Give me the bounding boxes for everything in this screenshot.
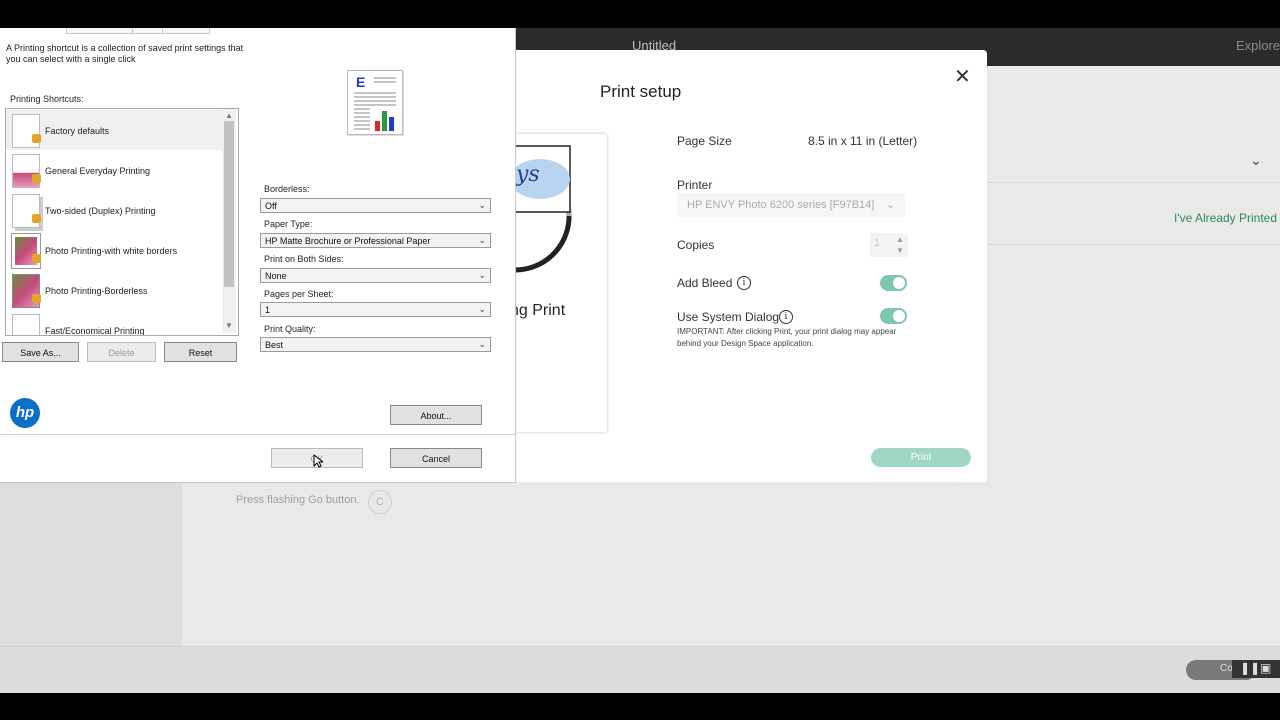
preview-logo-text: ys [516, 162, 540, 187]
dialog-tabs [0, 28, 210, 34]
footer-pill-label: Co [1220, 663, 1233, 674]
borderless-label: Borderless: [264, 184, 310, 194]
printer-label: Printer [677, 178, 713, 192]
scroll-up-icon[interactable]: ▲ [225, 111, 233, 120]
print-quality-select[interactable]: Best ⌄ [260, 337, 491, 352]
dialog-tab[interactable] [132, 28, 164, 34]
spinner-icon: C [368, 490, 392, 514]
both-sides-label: Print on Both Sides: [264, 254, 344, 264]
info-icon[interactable]: i [737, 276, 751, 290]
list-item-label: Photo Printing-with white borders [45, 246, 178, 256]
copies-label: Copies [677, 238, 715, 252]
print-quality-label: Print Quality: [264, 324, 316, 334]
use-system-dialog-toggle[interactable] [880, 308, 907, 324]
list-item-label: Photo Printing-Borderless [45, 286, 148, 296]
list-item-label: Factory defaults [45, 126, 110, 136]
list-item-label: Fast/Economical Printing [45, 326, 145, 336]
info-icon[interactable]: i [779, 310, 793, 324]
document-icon [12, 314, 40, 335]
chevron-down-icon: ⌄ [478, 304, 486, 314]
print-quality-value: Best [265, 340, 284, 350]
lock-icon [32, 134, 41, 143]
explore-link[interactable]: Explore [1236, 38, 1280, 53]
decrement-icon[interactable]: ▼ [896, 246, 904, 255]
scroll-thumb[interactable] [224, 121, 234, 287]
chevron-down-icon: ⌄ [478, 200, 486, 210]
dialog-tab[interactable] [162, 28, 210, 34]
lock-icon [32, 254, 41, 263]
printer-select[interactable]: HP ENVY Photo 6200 series [F97B14] ⌄ [677, 193, 905, 217]
chevron-down-icon: ⌄ [478, 235, 486, 245]
both-sides-select[interactable]: None ⌄ [260, 268, 491, 283]
mouse-cursor-icon [313, 454, 323, 468]
page-preview: E [347, 70, 403, 135]
pages-per-sheet-value: 1 [265, 305, 271, 315]
media-controls[interactable]: ❚❚ ▣ [1232, 660, 1280, 678]
print-setup-title: Print setup [600, 82, 682, 101]
paper-type-label: Paper Type: [264, 219, 313, 229]
list-item-label: General Everyday Printing [45, 166, 151, 176]
delete-button[interactable]: Delete [87, 342, 156, 362]
list-item[interactable]: Photo Printing-Borderless [6, 270, 222, 310]
save-as-button[interactable]: Save As... [2, 342, 79, 362]
paper-type-select[interactable]: HP Matte Brochure or Professional Paper … [260, 233, 491, 248]
printer-select-value: HP ENVY Photo 6200 series [F97B14] [687, 199, 875, 211]
chevron-down-icon: ⌄ [478, 339, 486, 349]
preview-caption: ng Print [510, 302, 566, 319]
copies-value: 1 [874, 237, 881, 249]
page-size-label: Page Size [677, 134, 732, 148]
borderless-value: Off [265, 201, 277, 211]
scroll-down-icon[interactable]: ▼ [225, 321, 233, 330]
add-bleed-label: Add Bleed [677, 276, 733, 290]
dialog-divider [0, 434, 515, 435]
list-item[interactable]: Fast/Economical Printing [6, 310, 222, 336]
chevron-down-icon: ⌄ [885, 199, 895, 211]
reset-button[interactable]: Reset [164, 342, 237, 362]
shortcuts-list[interactable]: Factory defaults General Everyday Printi… [5, 108, 239, 336]
already-printed-link[interactable]: I've Already Printed [1174, 211, 1277, 225]
page-size-value: 8.5 in x 11 in (Letter) [808, 134, 918, 148]
pages-per-sheet-label: Pages per Sheet: [264, 289, 334, 299]
borderless-select[interactable]: Off ⌄ [260, 198, 491, 213]
list-item-label: Two-sided (Duplex) Printing [45, 206, 156, 216]
chevron-down-icon: ⌄ [478, 270, 486, 280]
print-button[interactable]: Print [871, 448, 971, 467]
lock-icon [32, 294, 41, 303]
app-footer [0, 646, 1280, 693]
preview-chart-icon [354, 77, 396, 131]
paper-type-value: HP Matte Brochure or Professional Paper [265, 236, 431, 246]
lock-icon [32, 174, 41, 183]
both-sides-value: None [265, 271, 287, 281]
increment-icon[interactable]: ▲ [896, 235, 904, 244]
press-go-instruction: Press flashing Go button. [236, 494, 360, 506]
shortcuts-description: A Printing shortcut is a collection of s… [6, 43, 244, 64]
list-item[interactable]: General Everyday Printing [6, 150, 222, 190]
shortcuts-scrollbar[interactable]: ▲ ▼ [222, 109, 236, 333]
pages-per-sheet-select[interactable]: 1 ⌄ [260, 302, 491, 317]
shortcuts-label: Printing Shortcuts: [10, 94, 84, 104]
dialog-tab[interactable] [66, 28, 134, 34]
copies-stepper[interactable]: 1 ▲ ▼ [870, 233, 908, 257]
picture-icon[interactable]: ▣ [1260, 661, 1271, 675]
list-item[interactable]: Factory defaults [6, 110, 222, 150]
chevron-down-icon[interactable]: ⌄ [1250, 152, 1262, 169]
list-item[interactable]: Photo Printing-with white borders [6, 230, 222, 270]
cancel-button[interactable]: Cancel [390, 448, 482, 468]
add-bleed-toggle[interactable] [880, 275, 907, 291]
list-item[interactable]: Two-sided (Duplex) Printing [6, 190, 222, 230]
use-system-dialog-label: Use System Dialog [677, 310, 780, 324]
hp-logo: hp [10, 398, 40, 428]
about-button[interactable]: About... [390, 405, 482, 425]
pause-icon[interactable]: ❚❚ [1240, 661, 1260, 675]
important-note: IMPORTANT: After clicking Print, your pr… [677, 327, 897, 348]
lock-icon [32, 214, 41, 223]
close-icon[interactable]: ✕ [954, 64, 971, 89]
